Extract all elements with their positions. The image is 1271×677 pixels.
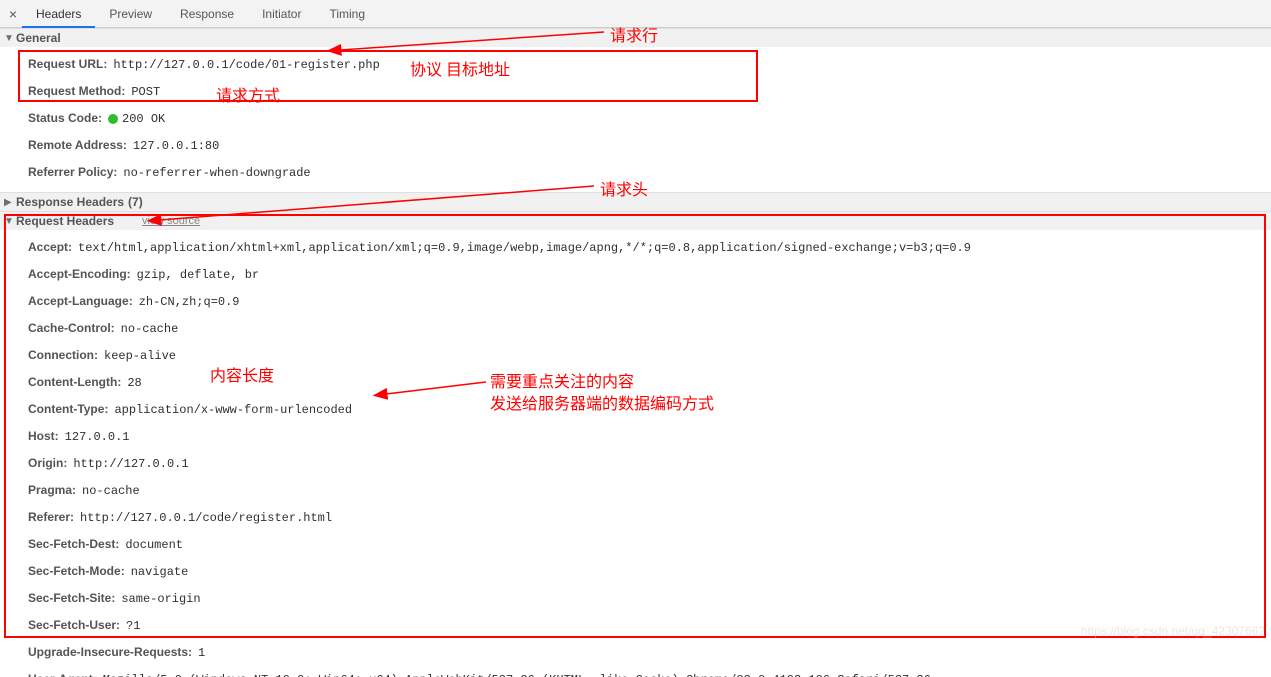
header-value: keep-alive: [104, 347, 176, 365]
header-value: 1: [198, 644, 205, 662]
status-code-text: 200 OK: [122, 112, 165, 126]
row-request-url: Request URL http://127.0.0.1/code/01-reg…: [28, 51, 1271, 78]
header-row: Sec-Fetch-Modenavigate: [28, 558, 1271, 585]
header-key: Content-Length: [28, 373, 127, 391]
key-status-code: Status Code: [28, 109, 108, 127]
response-headers-count: (7): [128, 195, 143, 209]
header-key: Host: [28, 427, 65, 445]
header-key: Upgrade-Insecure-Requests: [28, 643, 198, 661]
header-row: Accept-Encodinggzip, deflate, br: [28, 261, 1271, 288]
section-request-headers-title: Request Headers: [16, 214, 114, 228]
header-value: Mozilla/5.0 (Windows NT 10.0; Win64; x64…: [103, 671, 931, 677]
header-value: same-origin: [121, 590, 200, 608]
header-key: Sec-Fetch-Mode: [28, 562, 131, 580]
section-general-title: General: [16, 31, 61, 45]
header-row: Accept-Languagezh-CN,zh;q=0.9: [28, 288, 1271, 315]
val-request-method: POST: [131, 83, 160, 101]
val-remote-address: 127.0.0.1:80: [133, 137, 219, 155]
tab-headers[interactable]: Headers: [22, 0, 95, 28]
section-general: ▼ General Request URL http://127.0.0.1/c…: [0, 28, 1271, 192]
header-key: Accept: [28, 238, 78, 256]
header-key: Sec-Fetch-User: [28, 616, 126, 634]
tab-initiator[interactable]: Initiator: [248, 0, 315, 28]
header-key: Content-Type: [28, 400, 114, 418]
devtools-tabs: × Headers Preview Response Initiator Tim…: [0, 0, 1271, 28]
key-request-url: Request URL: [28, 55, 113, 73]
watermark: https://blog.csdn.net/qq_42307662: [1081, 624, 1265, 638]
section-request-headers-body: Accepttext/html,application/xhtml+xml,ap…: [0, 230, 1271, 677]
key-remote-address: Remote Address: [28, 136, 133, 154]
header-row: Cache-Controlno-cache: [28, 315, 1271, 342]
tab-preview[interactable]: Preview: [95, 0, 166, 28]
header-value: no-cache: [121, 320, 179, 338]
header-value: no-cache: [82, 482, 140, 500]
section-response-headers-title: Response Headers: [16, 195, 124, 209]
section-request-headers-header[interactable]: ▼ Request Headers view source: [0, 212, 1271, 230]
section-response-headers: ▶ Response Headers (7): [0, 192, 1271, 211]
tab-timing[interactable]: Timing: [315, 0, 379, 28]
header-key: Accept-Language: [28, 292, 139, 310]
header-key: Connection: [28, 346, 104, 364]
header-key: Pragma: [28, 481, 82, 499]
section-response-headers-header[interactable]: ▶ Response Headers (7): [0, 193, 1271, 211]
header-row: Originhttp://127.0.0.1: [28, 450, 1271, 477]
header-key: Cache-Control: [28, 319, 121, 337]
header-row: Sec-Fetch-Sitesame-origin: [28, 585, 1271, 612]
status-dot-icon: [108, 114, 118, 124]
section-request-headers: ▼ Request Headers view source Accepttext…: [0, 211, 1271, 677]
header-row: Sec-Fetch-Destdocument: [28, 531, 1271, 558]
header-value: document: [125, 536, 183, 554]
tab-response[interactable]: Response: [166, 0, 248, 28]
header-key: Sec-Fetch-Site: [28, 589, 121, 607]
val-request-url: http://127.0.0.1/code/01-register.php: [113, 56, 379, 74]
header-value: text/html,application/xhtml+xml,applicat…: [78, 239, 971, 257]
view-source-link[interactable]: view source: [142, 215, 200, 227]
header-row: Upgrade-Insecure-Requests1: [28, 639, 1271, 666]
header-row: User-AgentMozilla/5.0 (Windows NT 10.0; …: [28, 666, 1271, 677]
header-row: Connectionkeep-alive: [28, 342, 1271, 369]
header-row: Content-Length28: [28, 369, 1271, 396]
chevron-right-icon: ▶: [4, 197, 14, 208]
chevron-down-icon: ▼: [4, 216, 14, 227]
row-referrer-policy: Referrer Policy no-referrer-when-downgra…: [28, 159, 1271, 186]
header-value: http://127.0.0.1/code/register.html: [80, 509, 332, 527]
header-value: gzip, deflate, br: [137, 266, 259, 284]
header-key: Origin: [28, 454, 73, 472]
header-row: Accepttext/html,application/xhtml+xml,ap…: [28, 234, 1271, 261]
header-value: navigate: [131, 563, 189, 581]
header-key: User-Agent: [28, 670, 103, 677]
header-row: Content-Typeapplication/x-www-form-urlen…: [28, 396, 1271, 423]
header-row: Refererhttp://127.0.0.1/code/register.ht…: [28, 504, 1271, 531]
val-referrer-policy: no-referrer-when-downgrade: [123, 164, 310, 182]
val-status-code: 200 OK: [108, 110, 165, 128]
header-key: Referer: [28, 508, 80, 526]
header-row: Host127.0.0.1: [28, 423, 1271, 450]
header-value: application/x-www-form-urlencoded: [114, 401, 352, 419]
header-value: zh-CN,zh;q=0.9: [139, 293, 240, 311]
header-key: Sec-Fetch-Dest: [28, 535, 125, 553]
key-referrer-policy: Referrer Policy: [28, 163, 123, 181]
row-request-method: Request Method POST: [28, 78, 1271, 105]
section-general-body: Request URL http://127.0.0.1/code/01-reg…: [0, 47, 1271, 192]
section-general-header[interactable]: ▼ General: [0, 29, 1271, 47]
header-key: Accept-Encoding: [28, 265, 137, 283]
row-status-code: Status Code 200 OK: [28, 105, 1271, 132]
close-icon[interactable]: ×: [4, 6, 22, 22]
row-remote-address: Remote Address 127.0.0.1:80: [28, 132, 1271, 159]
header-value: ?1: [126, 617, 140, 635]
key-request-method: Request Method: [28, 82, 131, 100]
chevron-down-icon: ▼: [4, 33, 14, 44]
header-value: 28: [127, 374, 141, 392]
header-value: 127.0.0.1: [65, 428, 130, 446]
header-row: Pragmano-cache: [28, 477, 1271, 504]
header-value: http://127.0.0.1: [73, 455, 188, 473]
